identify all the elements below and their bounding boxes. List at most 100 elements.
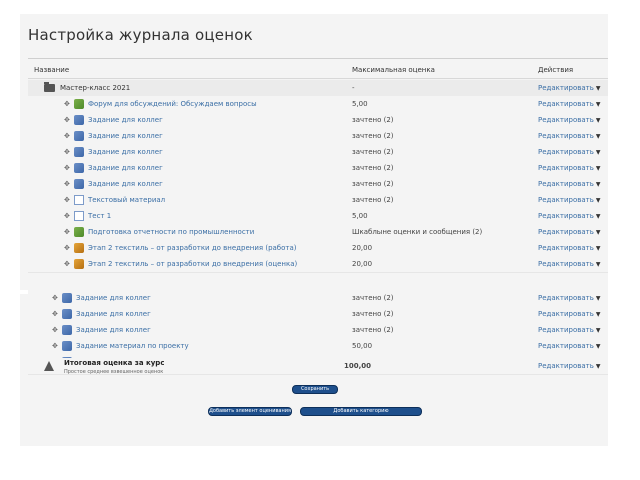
edit-menu[interactable]: Редактировать▼ (538, 148, 600, 156)
title-divider (28, 58, 608, 59)
grade-item-max: 20,00 (352, 244, 373, 252)
move-icon[interactable]: ✥ (64, 196, 72, 204)
grade-item-name[interactable]: Задание для коллег (76, 310, 151, 318)
move-icon[interactable]: ✥ (64, 228, 72, 236)
caret-down-icon: ▼ (595, 327, 601, 334)
caret-down-icon: ▼ (595, 149, 601, 156)
grade-item-name[interactable]: Подготовка отчетности по промышленности (88, 228, 254, 236)
grade-item-name[interactable]: Задание для коллег (88, 116, 163, 124)
add-category-button[interactable]: Добавить категорию (300, 407, 422, 416)
edit-menu[interactable]: Редактировать▼ (538, 196, 600, 204)
grade-item-max: зачтено (2) (352, 180, 394, 188)
grade-item-max: зачтено (2) (352, 148, 394, 156)
assignment-icon (74, 179, 84, 189)
move-icon[interactable]: ✥ (64, 132, 72, 140)
move-icon[interactable]: ✥ (52, 294, 60, 302)
grade-item-name[interactable]: Тест 1 (88, 212, 111, 220)
move-icon[interactable]: ✥ (64, 260, 72, 268)
grade-item-name[interactable]: Задание для коллег (88, 148, 163, 156)
edit-menu[interactable]: Редактировать▼ (538, 164, 600, 172)
folder-icon (44, 82, 55, 92)
move-icon[interactable]: ✥ (64, 116, 72, 124)
edit-label: Редактировать (538, 294, 594, 302)
caret-down-icon: ▼ (595, 245, 601, 252)
grade-item-row: ✥ Этап 2 текстиль – от разработки до внед… (28, 240, 608, 257)
edit-menu[interactable]: Редактировать▼ (538, 100, 600, 108)
caret-down-icon: ▼ (595, 311, 601, 318)
move-icon[interactable]: ✥ (64, 148, 72, 156)
grade-item-name[interactable]: Форум для обсуждений: Обсуждаем вопросы (88, 100, 257, 108)
edit-label: Редактировать (538, 132, 594, 140)
grade-item-row: ✥ Форум для обсуждений: Обсуждаем вопросы… (28, 96, 608, 113)
caret-down-icon: ▼ (595, 165, 601, 172)
edit-menu[interactable]: Редактировать▼ (538, 260, 600, 268)
grade-item-max: зачтено (2) (352, 326, 394, 334)
edit-menu[interactable]: Редактировать▼ (538, 212, 600, 220)
table-header: Название Максимальная оценка Действия (28, 62, 608, 79)
grade-item-row: ✥ Задание для коллег зачтено (2) Редактиров… (28, 128, 608, 145)
course-total-edit-menu[interactable]: Редактировать ▼ (538, 362, 600, 370)
edit-label: Редактировать (538, 228, 594, 236)
grade-item-name[interactable]: Задание для коллег (88, 132, 163, 140)
edit-label: Редактировать (538, 196, 594, 204)
course-total-max: 100,00 (344, 362, 372, 370)
move-icon[interactable]: ✥ (64, 212, 72, 220)
edit-menu[interactable]: Редактировать▼ (538, 132, 600, 140)
category-row: Мастер-класс 2021 - Редактировать ▼ (28, 80, 608, 97)
add-grade-item-button[interactable]: Добавить элемент оценивания (208, 407, 292, 416)
page-title: Настройка журнала оценок (28, 26, 253, 44)
grade-item-row: ✥ Задание для коллег зачтено (2) Редактиров… (28, 322, 608, 339)
edit-menu[interactable]: Редактировать▼ (538, 310, 600, 318)
assignment-icon (62, 293, 72, 303)
edit-menu[interactable]: Редактировать▼ (538, 244, 600, 252)
caret-down-icon: ▼ (595, 343, 601, 350)
grade-item-row: ✥ Задание материал по проекту 50,00 Редакти… (28, 338, 608, 355)
grade-item-max: 5,00 (352, 100, 368, 108)
move-icon[interactable]: ✥ (64, 180, 72, 188)
edit-menu[interactable]: Редактировать▼ (538, 326, 600, 334)
edit-menu[interactable]: Редактировать▼ (538, 294, 600, 302)
edit-menu[interactable]: Редактировать▼ (538, 180, 600, 188)
move-icon[interactable]: ✥ (52, 326, 60, 334)
grade-item-name[interactable]: Задание материал по проекту (76, 342, 189, 350)
edit-label: Редактировать (538, 260, 594, 268)
move-icon[interactable]: ✥ (52, 310, 60, 318)
save-button[interactable]: Сохранить (292, 385, 338, 394)
grade-item-name[interactable]: Этап 2 текстиль – от разработки до внедр… (88, 260, 297, 268)
grade-item-name[interactable]: Задание для коллег (76, 326, 151, 334)
grade-item-name[interactable]: Задание для коллег (88, 180, 163, 188)
edit-label: Редактировать (538, 362, 594, 370)
grade-item-name[interactable]: Текстовый материал (88, 196, 165, 204)
lock-icon (74, 243, 84, 253)
category-name: Мастер-класс 2021 (60, 84, 131, 92)
edit-menu[interactable]: Редактировать▼ (538, 342, 600, 350)
assignment-icon (74, 131, 84, 141)
move-icon[interactable]: ✥ (64, 100, 72, 108)
grade-item-max: зачтено (2) (352, 294, 394, 302)
move-icon[interactable]: ✥ (64, 244, 72, 252)
grade-item-row: ✥ Задание для коллег зачтено (2) Редактиров… (28, 160, 608, 177)
column-header-name: Название (34, 66, 70, 74)
caret-down-icon: ▼ (595, 101, 601, 108)
grade-item-row: ✥ Задание для коллег зачтено (2) Редактиров… (28, 112, 608, 129)
column-header-max-grade: Максимальная оценка (352, 66, 435, 74)
edit-menu[interactable]: Редактировать▼ (538, 116, 600, 124)
quiz-icon (74, 99, 84, 109)
grade-item-name[interactable]: Задание для коллег (76, 294, 151, 302)
move-icon[interactable]: ✥ (52, 342, 60, 350)
grade-item-name[interactable]: Этап 2 текстиль – от разработки до внедр… (88, 244, 297, 252)
grade-item-max: зачтено (2) (352, 196, 394, 204)
grade-item-name[interactable]: Задание для коллег (88, 164, 163, 172)
sum-icon (44, 361, 54, 371)
edit-menu[interactable]: Редактировать▼ (538, 228, 600, 236)
course-total-name: Итоговая оценка за курс (64, 359, 165, 367)
grade-item-max: зачтено (2) (352, 164, 394, 172)
assignment-icon (74, 163, 84, 173)
grade-item-row: ✥ Задание для коллег зачтено (2) Редактиров… (28, 306, 608, 323)
move-icon[interactable]: ✥ (64, 164, 72, 172)
category-edit-menu[interactable]: Редактировать ▼ (538, 84, 600, 92)
edit-label: Редактировать (538, 116, 594, 124)
caret-down-icon: ▼ (595, 117, 601, 124)
course-total-row: Итоговая оценка за курс Простое среднее … (28, 358, 608, 375)
lock-icon (74, 259, 84, 269)
